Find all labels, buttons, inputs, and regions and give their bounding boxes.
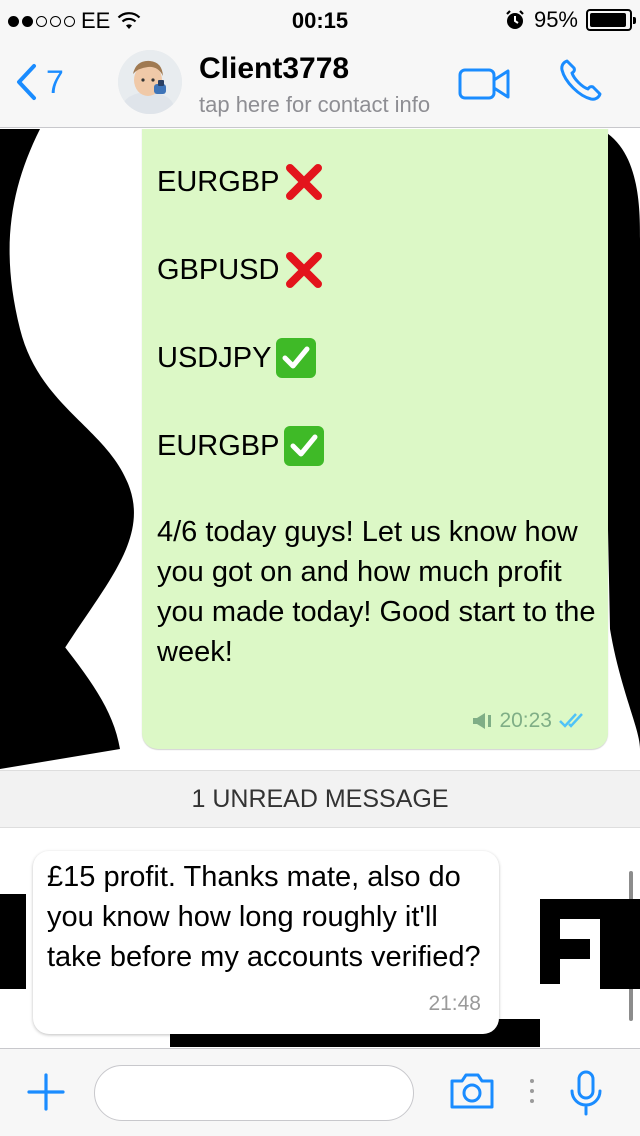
unread-separator: 1 UNREAD MESSAGE bbox=[0, 770, 640, 828]
status-bar-right: 95% bbox=[504, 7, 636, 33]
status-bar: EE 00:15 95% bbox=[0, 0, 640, 40]
message-time: 21:48 bbox=[428, 992, 481, 1015]
signal-line: USDJPY bbox=[157, 337, 317, 379]
message-input[interactable] bbox=[94, 1065, 414, 1121]
voice-note-button[interactable] bbox=[566, 1069, 606, 1122]
broadcast-icon bbox=[473, 713, 492, 729]
message-text: £15 profit. Thanks mate, also do you kno… bbox=[47, 861, 481, 973]
plus-icon bbox=[27, 1073, 65, 1111]
battery-percent: 95% bbox=[533, 7, 578, 32]
read-ticks-icon bbox=[559, 713, 583, 728]
camera-icon bbox=[450, 1073, 494, 1109]
green-check-icon bbox=[284, 426, 325, 466]
currency-pair: USDJPY bbox=[157, 342, 272, 374]
outgoing-message-bubble[interactable]: EURGBP GBPUSD USDJPY EURGBP 4/6 today gu… bbox=[142, 129, 608, 749]
phone-icon bbox=[560, 59, 602, 101]
red-cross-icon bbox=[286, 252, 323, 288]
chevron-left-icon bbox=[17, 64, 36, 100]
signal-line: EURGBP bbox=[157, 425, 325, 467]
video-call-button[interactable] bbox=[458, 66, 512, 107]
camera-button[interactable] bbox=[448, 1071, 496, 1116]
message-time: 20:23 bbox=[499, 709, 552, 732]
battery-icon bbox=[586, 9, 636, 31]
green-check-icon bbox=[276, 338, 317, 378]
currency-pair: EURGBP bbox=[157, 430, 280, 462]
signal-line: EURGBP bbox=[157, 161, 325, 203]
currency-pair: GBPUSD bbox=[157, 254, 280, 286]
message-text: 4/6 today guys! Let us know how you got … bbox=[157, 516, 596, 668]
microphone-icon bbox=[570, 1070, 602, 1116]
signal-line: GBPUSD bbox=[157, 249, 325, 291]
divider-dots bbox=[530, 1079, 534, 1103]
back-unread-count: 7 bbox=[46, 63, 64, 100]
alarm-icon bbox=[506, 10, 524, 29]
chat-header: 7 Client3778 tap here for contact info bbox=[0, 40, 640, 128]
red-cross-icon bbox=[286, 164, 323, 200]
contact-name[interactable]: Client3778 bbox=[199, 52, 349, 86]
contact-avatar[interactable] bbox=[118, 50, 182, 114]
incoming-message-bubble[interactable]: £15 profit. Thanks mate, also do you kno… bbox=[33, 851, 499, 1034]
attach-button[interactable] bbox=[26, 1072, 66, 1117]
video-camera-icon bbox=[458, 68, 510, 100]
back-button[interactable]: 7 bbox=[14, 62, 64, 102]
message-meta: 20:23 bbox=[471, 701, 590, 741]
chat-area[interactable]: EURGBP GBPUSD USDJPY EURGBP 4/6 today gu… bbox=[0, 129, 640, 1048]
composer-bar bbox=[0, 1048, 640, 1136]
scroll-indicator[interactable] bbox=[629, 871, 633, 1021]
currency-pair: EURGBP bbox=[157, 166, 280, 198]
voice-call-button[interactable] bbox=[557, 56, 605, 109]
contact-subtitle[interactable]: tap here for contact info bbox=[199, 92, 441, 118]
